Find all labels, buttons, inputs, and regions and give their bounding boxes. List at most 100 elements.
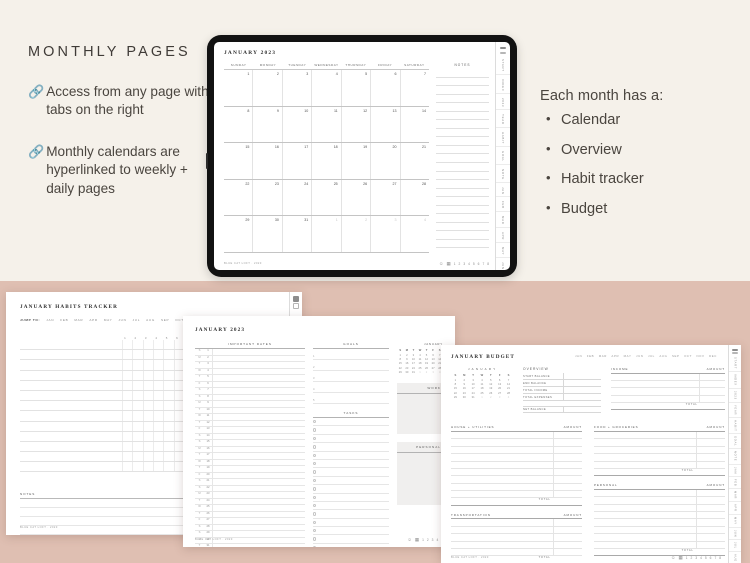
page-number[interactable]: 4	[468, 262, 470, 266]
habit-name-field[interactable]	[20, 411, 122, 420]
calendar-day-cell[interactable]: 19	[342, 143, 372, 179]
calendar-day-cell[interactable]: 2	[342, 216, 372, 252]
income-section[interactable]: INCOME AMOUNT TOTAL	[611, 367, 725, 417]
budget-rail-tab-aug[interactable]: AUG	[729, 552, 741, 563]
net-balance-row[interactable]: NET BALANCE	[523, 406, 601, 413]
calendar-day-cell[interactable]: 22	[224, 179, 254, 216]
task-checkbox[interactable]	[313, 428, 317, 432]
note-line[interactable]	[436, 231, 489, 240]
calendar-day-cell[interactable]: 25	[312, 179, 342, 216]
habit-name-field[interactable]	[20, 462, 122, 471]
goal-row[interactable]: 3	[313, 371, 389, 382]
jump-month-mar[interactable]: MAR	[74, 318, 83, 322]
note-line[interactable]	[436, 163, 489, 172]
budget-month-tab-apr[interactable]: APR	[611, 354, 619, 358]
calendar-day-cell[interactable]: 5	[342, 70, 372, 106]
budget-month-tab-dec[interactable]: DEC	[709, 354, 717, 358]
budget-month-tab-nov[interactable]: NOV	[696, 354, 704, 358]
budget-rail-tab-goal[interactable]: GOAL	[729, 434, 741, 450]
important-dates-rows[interactable]: S 1 M 2 T 3 W 4 T 5 F 6 S 7 S 8 M 9 T 10 W 11 T 12 F 13 S 14 S 15 M 16 T…	[195, 349, 305, 547]
budget-rail-tab-may[interactable]: MAY	[729, 515, 741, 528]
page-nav[interactable]: ☺ ▦ 1 2 3 4 5 6 7 8	[671, 555, 721, 561]
task-row[interactable]	[313, 477, 389, 486]
habit-check-cell[interactable]	[132, 350, 142, 360]
note-line[interactable]	[436, 95, 489, 104]
habit-check-cell[interactable]	[142, 360, 153, 370]
habit-check-cell[interactable]	[132, 431, 142, 441]
habit-check-cell[interactable]	[121, 411, 132, 421]
budget-month-tab-jun[interactable]: JUN	[636, 354, 643, 358]
habit-name-field[interactable]	[20, 381, 122, 390]
task-checkbox[interactable]	[313, 495, 317, 499]
task-row[interactable]	[313, 460, 389, 469]
budget-entry-row[interactable]	[451, 454, 582, 462]
habit-check-cell[interactable]	[142, 462, 153, 472]
month-tab-feb[interactable]: FEB	[496, 199, 510, 212]
habit-check-cell[interactable]	[121, 360, 132, 370]
budget-entry-row[interactable]	[594, 446, 725, 455]
calendar-day-cell[interactable]: 10	[283, 106, 313, 143]
person-icon[interactable]: ☺	[671, 555, 676, 561]
page-number[interactable]: 5	[473, 262, 475, 266]
budget-rail-tab-jan[interactable]: JAN	[729, 465, 741, 477]
calendar-day-cell[interactable]: 1	[224, 70, 254, 106]
overview-row[interactable]: START BALANCE	[523, 373, 601, 380]
task-row[interactable]	[313, 426, 389, 435]
budget-entry-row[interactable]	[594, 454, 725, 462]
budget-rail-tab-jun[interactable]: JUN	[729, 528, 741, 540]
jump-month-jul[interactable]: JUL	[133, 318, 141, 322]
habit-check-cell[interactable]	[132, 411, 142, 421]
task-row[interactable]	[313, 443, 389, 452]
goal-row[interactable]: 2	[313, 360, 389, 371]
budget-month-tab-feb[interactable]: FEB	[587, 354, 594, 358]
budget-month-tab-jan[interactable]: JAN	[575, 354, 582, 358]
habit-check-cell[interactable]	[121, 370, 132, 380]
month-tab-year[interactable]: YEAR	[496, 112, 510, 128]
habit-check-cell[interactable]	[121, 401, 132, 411]
habit-name-field[interactable]	[20, 432, 122, 441]
habit-check-cell[interactable]	[132, 360, 142, 370]
budget-entry-row[interactable]	[611, 380, 725, 389]
note-line[interactable]	[436, 197, 489, 206]
note-line[interactable]	[436, 137, 489, 146]
budget-entry-row[interactable]	[594, 439, 725, 447]
personal-box[interactable]	[397, 452, 443, 505]
habit-check-cell[interactable]	[132, 370, 142, 380]
note-line[interactable]	[436, 129, 489, 138]
page-number[interactable]: 7	[714, 556, 716, 560]
page-number[interactable]: 2	[427, 538, 429, 542]
task-row[interactable]	[313, 468, 389, 477]
tasks-rows[interactable]	[313, 418, 389, 547]
jump-month-apr[interactable]: APR	[89, 318, 97, 322]
budget-month-tab-aug[interactable]: AUG	[659, 354, 667, 358]
calendar-day-cell[interactable]: 18	[312, 143, 342, 179]
habit-check-cell[interactable]	[132, 390, 142, 401]
goals-rows[interactable]: 12345	[313, 349, 389, 404]
habit-check-cell[interactable]	[132, 441, 142, 452]
budget-month-tabs[interactable]: JAN FEB MAR APR MAY JUN JUL AUG SEP OCT NOV DEC	[575, 354, 725, 358]
task-row[interactable]	[313, 418, 389, 427]
habit-check-cell[interactable]	[121, 452, 132, 462]
note-line[interactable]	[436, 69, 489, 78]
habit-check-cell[interactable]	[132, 340, 142, 350]
habit-check-cell[interactable]	[152, 340, 163, 350]
calendar-day-cell[interactable]: 20	[371, 143, 401, 179]
task-checkbox[interactable]	[313, 461, 317, 466]
overview-value[interactable]	[563, 387, 601, 393]
habit-name-field[interactable]	[20, 350, 122, 359]
budget-entry-row[interactable]	[451, 468, 582, 477]
task-row[interactable]	[313, 502, 389, 511]
page-nav[interactable]: ☺▦12345	[407, 537, 443, 543]
page-number[interactable]: 2	[459, 262, 461, 266]
overview-row[interactable]: TOTAL EXPENSES	[523, 394, 601, 401]
habit-check-cell[interactable]	[121, 340, 132, 350]
calendar-week-row[interactable]: 8 9 10 11 12 13 14	[224, 106, 429, 144]
budget-rail-tab-note[interactable]: NOTE	[729, 449, 741, 465]
month-tab-rail[interactable]: START INDEX 2023 YEAR HABIT GOAL NOTE JAN FEB MAR…	[495, 42, 510, 270]
task-checkbox[interactable]	[313, 436, 317, 441]
budget-entry-row[interactable]	[594, 504, 725, 512]
habit-check-cell[interactable]	[152, 370, 163, 380]
habit-check-cell[interactable]	[152, 421, 163, 431]
month-tab-apr[interactable]: APR	[496, 230, 510, 243]
habit-check-cell[interactable]	[152, 401, 163, 411]
